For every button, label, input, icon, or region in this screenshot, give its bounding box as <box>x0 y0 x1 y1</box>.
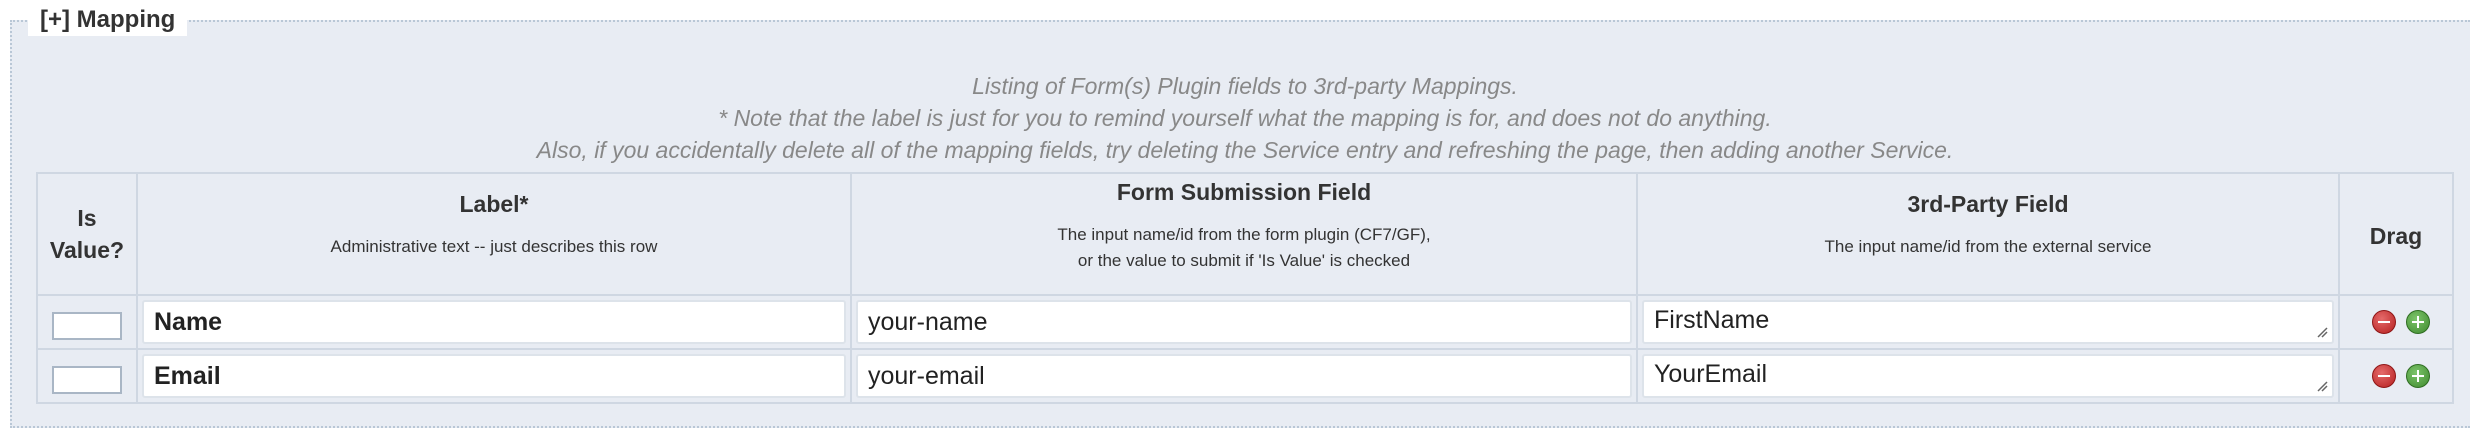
is-value-checkbox[interactable] <box>52 366 122 394</box>
header-divider <box>38 294 2452 296</box>
resize-grip-icon[interactable] <box>2316 326 2328 338</box>
minus-circle-icon <box>2378 375 2390 377</box>
header-form-title: Form Submission Field <box>1116 179 1372 205</box>
header-is-value-line1: Is <box>77 205 97 231</box>
remove-row-button[interactable] <box>2372 364 2396 388</box>
header-is-value-line2: Value? <box>49 237 125 263</box>
mapping-table: Is Value? Label* Administrative text -- … <box>36 172 2454 404</box>
form-field-input[interactable]: your-email <box>856 354 1632 398</box>
header-form-sub-1: The input name/id from the form plugin (… <box>1057 225 1431 244</box>
third-party-value: YourEmail <box>1654 360 1768 388</box>
header-third-sub: The input name/id from the external serv… <box>1824 237 2152 256</box>
add-row-button[interactable] <box>2406 364 2430 388</box>
mapping-toggle[interactable]: [+] Mapping <box>28 4 188 36</box>
row-divider <box>38 348 2452 350</box>
add-row-button[interactable] <box>2406 310 2430 334</box>
is-value-checkbox[interactable] <box>52 312 122 340</box>
header-form-sub-2: or the value to submit if 'Is Value' is … <box>1077 251 1411 270</box>
intro-line-1: Listing of Form(s) Plugin fields to 3rd-… <box>972 73 1518 99</box>
remove-row-button[interactable] <box>2372 310 2396 334</box>
header-drag: Drag <box>2340 174 2452 294</box>
header-drag-title: Drag <box>2369 223 2423 249</box>
label-input[interactable]: Email <box>142 354 846 398</box>
third-party-textarea[interactable]: YourEmail <box>1642 354 2334 398</box>
header-label: Label* Administrative text -- just descr… <box>138 174 850 294</box>
third-party-value: FirstName <box>1654 306 1770 334</box>
intro-line-2: * Note that the label is just for you to… <box>718 105 1772 131</box>
minus-circle-icon <box>2378 321 2390 323</box>
header-third-title: 3rd-Party Field <box>1907 191 2069 217</box>
form-field-input[interactable]: your-name <box>856 300 1632 344</box>
intro-line-3: Also, if you accidentally delete all of … <box>536 137 1954 163</box>
header-label-title: Label* <box>459 191 529 217</box>
third-party-textarea[interactable]: FirstName <box>1642 300 2334 344</box>
header-label-sub: Administrative text -- just describes th… <box>330 237 658 256</box>
resize-grip-icon[interactable] <box>2316 380 2328 392</box>
header-third-party: 3rd-Party Field The input name/id from t… <box>1638 174 2338 294</box>
header-form-field: Form Submission Field The input name/id … <box>852 174 1636 294</box>
label-input[interactable]: Name <box>142 300 846 344</box>
header-is-value: Is Value? <box>38 174 136 294</box>
intro-text: Listing of Form(s) Plugin fields to 3rd-… <box>36 70 2454 166</box>
